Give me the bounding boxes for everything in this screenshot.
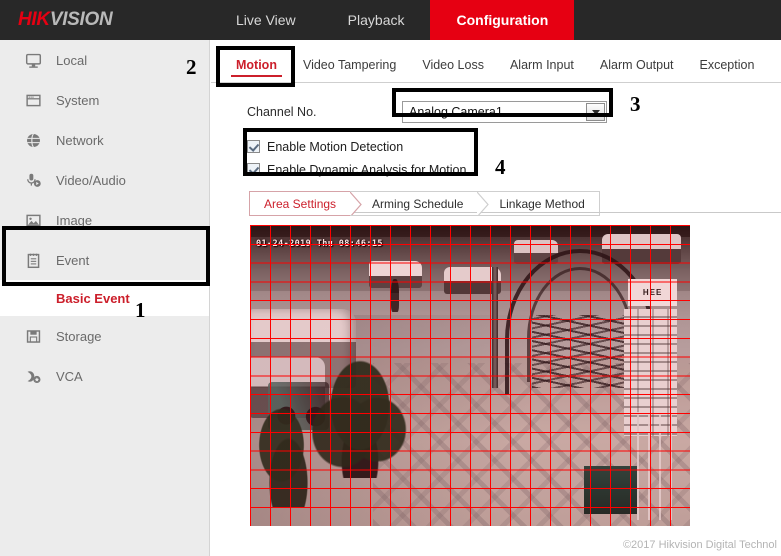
tab-bar: Motion Video Tampering Video Loss Alarm … bbox=[211, 40, 781, 83]
sidebar-item-vca[interactable]: VCA bbox=[0, 356, 209, 396]
subtab-label: Arming Schedule bbox=[372, 196, 464, 211]
window-icon bbox=[22, 89, 44, 111]
chevron-down-icon[interactable] bbox=[586, 103, 605, 121]
picture-icon bbox=[22, 209, 44, 231]
nav-playback[interactable]: Playback bbox=[322, 0, 431, 40]
sidebar-item-label: Video/Audio bbox=[56, 172, 126, 188]
sidebar-item-basic-event[interactable]: Basic Event bbox=[0, 280, 209, 316]
checkmark-icon[interactable] bbox=[247, 140, 260, 153]
subtab-label: Area Settings bbox=[264, 196, 337, 211]
sidebar-item-label: Storage bbox=[56, 328, 102, 344]
sidebar-item-network[interactable]: Network bbox=[0, 120, 209, 160]
checkmark-icon[interactable] bbox=[247, 163, 260, 176]
sidebar: Local System Network Video/Audio Image E… bbox=[0, 40, 210, 556]
motion-area-fill bbox=[250, 225, 690, 526]
monitor-icon bbox=[22, 49, 44, 71]
main-nav: Live View Playback Configuration bbox=[210, 0, 575, 40]
sidebar-item-label: Local bbox=[56, 52, 88, 68]
microphone-icon bbox=[22, 169, 44, 191]
checkbox-label: Enable Dynamic Analysis for Motion bbox=[267, 162, 467, 177]
sidebar-item-label: VCA bbox=[56, 368, 83, 384]
checkbox-label: Enable Motion Detection bbox=[267, 139, 404, 154]
annotation-number-1: 1 bbox=[135, 298, 146, 322]
sidebar-item-system[interactable]: System bbox=[0, 80, 209, 120]
tab-alarm-input[interactable]: Alarm Input bbox=[497, 58, 587, 82]
annotation-number-4: 4 bbox=[495, 155, 506, 179]
motion-area-video-preview[interactable]: HEE 01-24-2019 Thu 08:46:15 bbox=[250, 225, 690, 526]
tab-video-tampering[interactable]: Video Tampering bbox=[290, 58, 409, 82]
nav-configuration[interactable]: Configuration bbox=[430, 0, 575, 40]
checkbox-enable-motion-detection[interactable]: Enable Motion Detection bbox=[247, 135, 781, 158]
annotation-number-2: 2 bbox=[186, 55, 197, 79]
channel-label: Channel No. bbox=[247, 105, 317, 119]
sidebar-item-storage[interactable]: Storage bbox=[0, 316, 209, 356]
subtab-label: Linkage Method bbox=[499, 196, 585, 211]
checkbox-enable-dynamic-analysis[interactable]: Enable Dynamic Analysis for Motion bbox=[247, 158, 781, 181]
hikvision-logo: HIK VISION bbox=[0, 0, 210, 40]
app-header: HIK VISION Live View Playback Configurati… bbox=[0, 0, 781, 40]
footer-copyright: ©2017 Hikvision Digital Technol bbox=[622, 539, 777, 551]
nav-live-view[interactable]: Live View bbox=[210, 0, 322, 40]
channel-row: Channel No. Analog Camera1 bbox=[211, 95, 781, 129]
sidebar-item-image[interactable]: Image bbox=[0, 200, 209, 240]
sidebar-item-label: System bbox=[56, 92, 100, 108]
sidebar-item-label: Image bbox=[56, 212, 93, 228]
sidebar-item-local[interactable]: Local bbox=[0, 40, 209, 80]
globe-icon bbox=[22, 129, 44, 151]
tab-exception[interactable]: Exception bbox=[687, 58, 768, 82]
channel-selected-value: Analog Camera1 bbox=[409, 105, 503, 119]
logo-hik-text: HIK bbox=[18, 9, 50, 30]
chevron-right-icon bbox=[350, 192, 362, 215]
chevron-right-icon bbox=[477, 192, 490, 215]
subtab-area-settings[interactable]: Area Settings bbox=[249, 191, 362, 216]
sidebar-item-label: Event bbox=[56, 252, 90, 268]
tab-video-loss[interactable]: Video Loss bbox=[409, 58, 497, 82]
sidebar-item-video-audio[interactable]: Video/Audio bbox=[0, 160, 209, 200]
vca-icon bbox=[22, 365, 44, 387]
configuration-page: HIK VISION Live View Playback Configurati… bbox=[0, 0, 781, 556]
sidebar-item-event[interactable]: Event bbox=[0, 240, 209, 280]
sidebar-item-label: Network bbox=[56, 132, 104, 148]
clipboard-icon bbox=[22, 249, 44, 271]
logo-vision-text: VISION bbox=[49, 9, 113, 30]
tab-alarm-output[interactable]: Alarm Output bbox=[587, 58, 687, 82]
floppy-disk-icon bbox=[22, 325, 44, 347]
annotation-number-3: 3 bbox=[630, 92, 641, 116]
tab-motion[interactable]: Motion bbox=[223, 58, 290, 82]
channel-dropdown[interactable]: Analog Camera1 bbox=[402, 101, 607, 123]
